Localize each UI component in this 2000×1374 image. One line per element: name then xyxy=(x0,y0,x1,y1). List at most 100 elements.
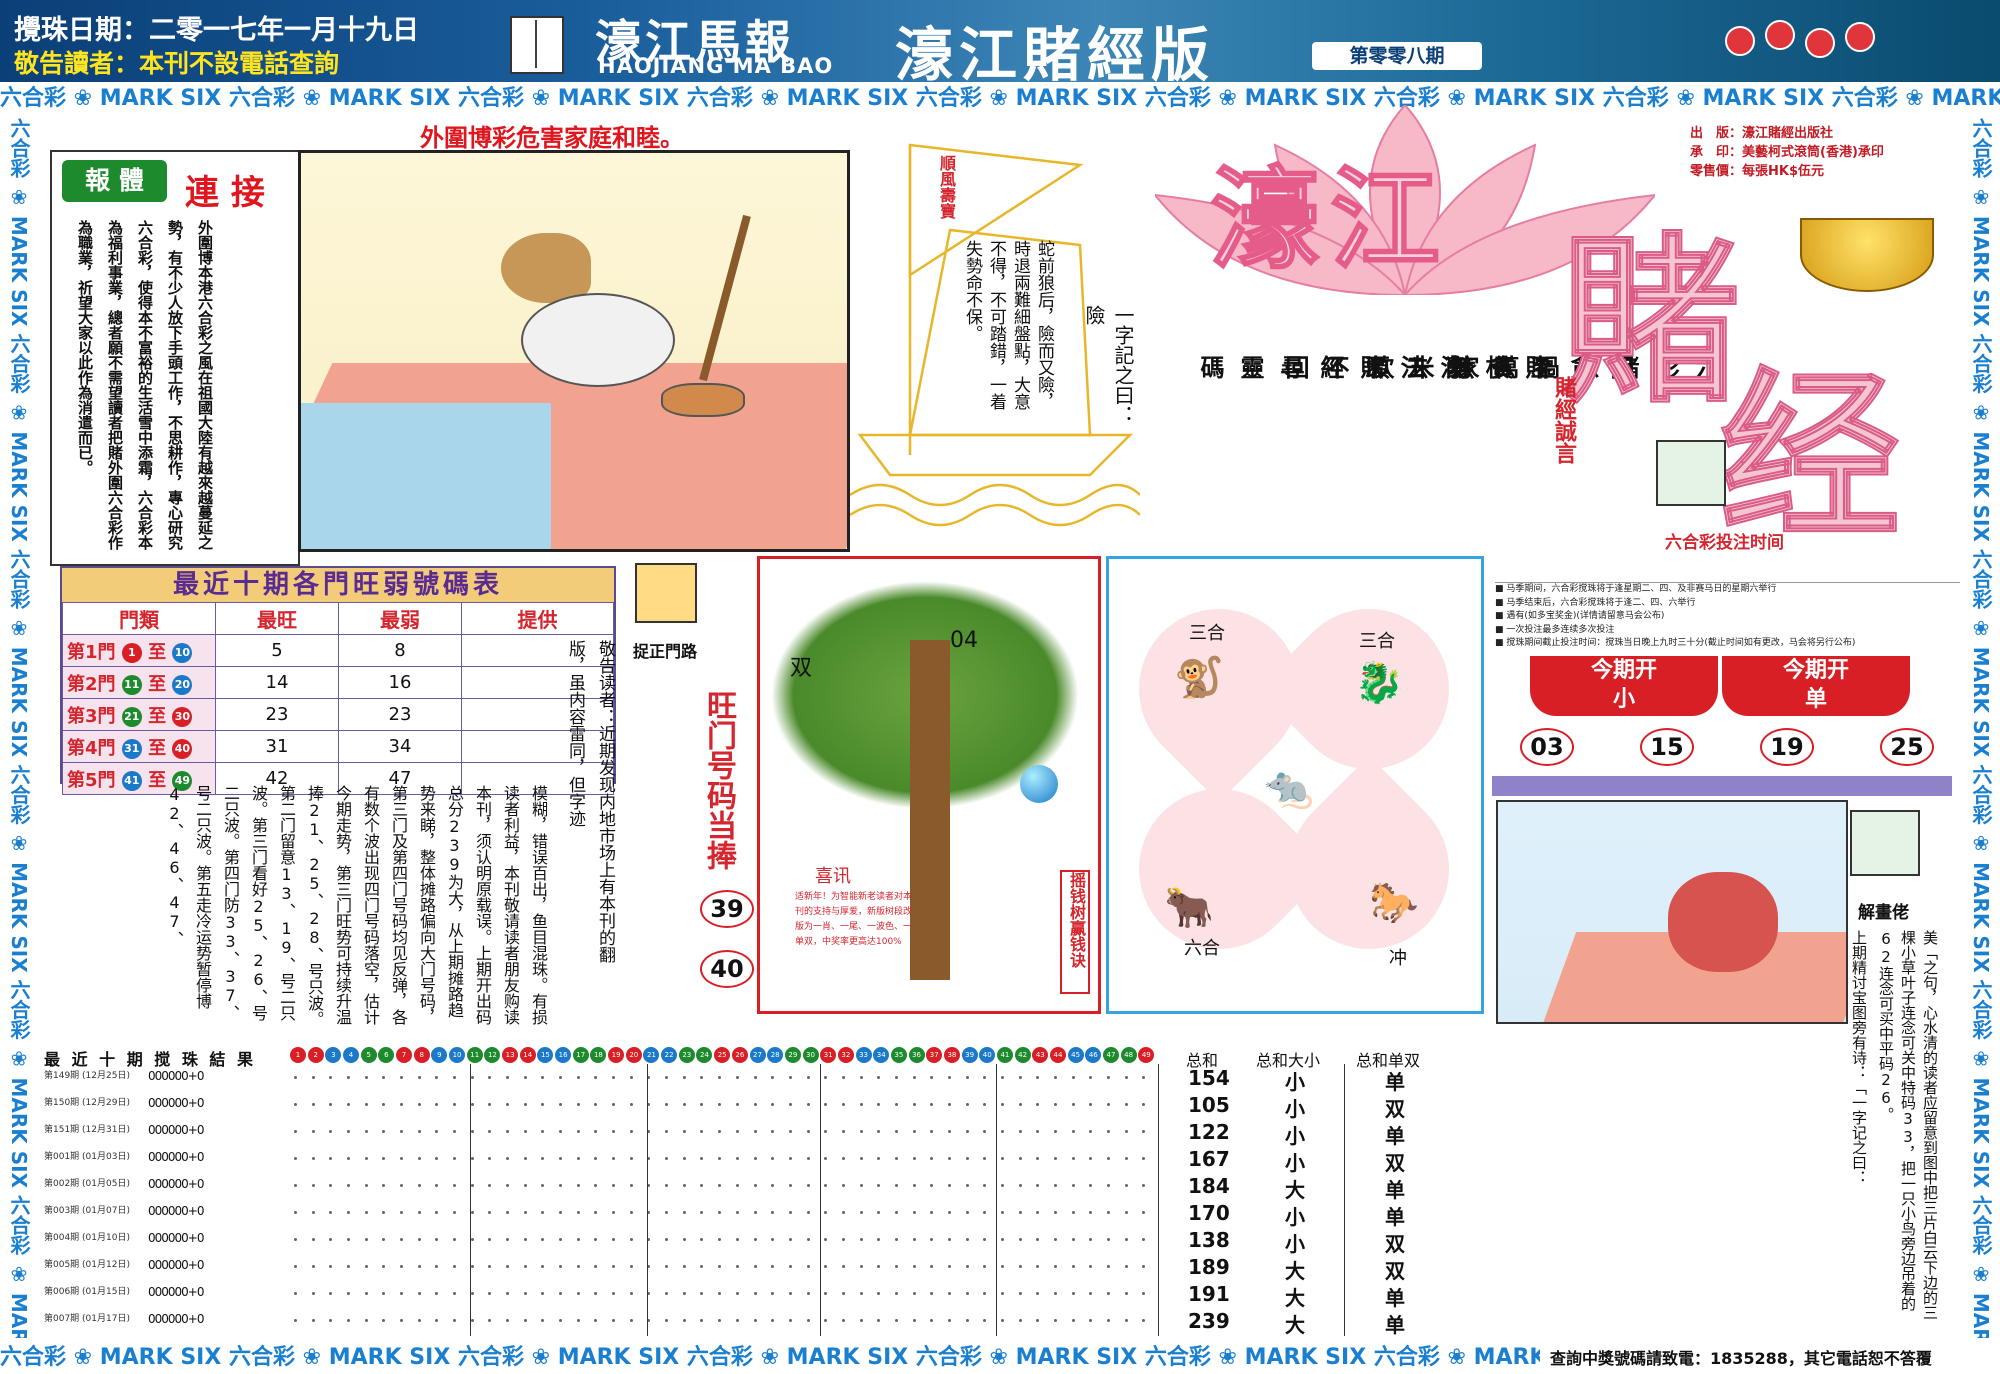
grid-dot xyxy=(947,1292,951,1295)
grid-dot xyxy=(329,1319,333,1322)
grid-dot xyxy=(1089,1265,1093,1268)
grid-dot xyxy=(294,1103,297,1106)
grid-dot xyxy=(470,1211,474,1214)
draw-sum: 184 xyxy=(1188,1174,1230,1198)
min-cell: 16 xyxy=(338,666,462,699)
number-ball: 34 xyxy=(873,1047,890,1063)
grid-dot xyxy=(629,1103,633,1106)
grid-dot xyxy=(594,1238,598,1241)
grid-dot xyxy=(488,1130,492,1133)
grid-dot xyxy=(983,1076,987,1079)
grid-dot xyxy=(965,1184,969,1187)
grid-dot xyxy=(1124,1319,1128,1322)
grid-dot xyxy=(435,1238,439,1241)
writing-hand-icon xyxy=(1656,440,1726,506)
grid-dot xyxy=(1036,1157,1040,1160)
grid-dot xyxy=(718,1157,722,1160)
ball-icon: 31 xyxy=(121,738,142,759)
grid-dot xyxy=(771,1265,775,1268)
grid-dot xyxy=(735,1184,739,1187)
grid-dot xyxy=(453,1103,457,1106)
grid-dot xyxy=(488,1103,492,1106)
grid-dot xyxy=(788,1319,792,1322)
grid-dot xyxy=(947,1184,951,1187)
grid-dot xyxy=(506,1130,510,1133)
grid-dot xyxy=(329,1076,333,1079)
grid-dot xyxy=(700,1265,704,1268)
number-ball: 4 xyxy=(343,1047,360,1063)
grid-dot xyxy=(912,1238,916,1241)
issue-number-oval: 19 xyxy=(1760,728,1814,766)
grid-dot xyxy=(682,1238,686,1241)
ball-icon: 10 xyxy=(172,642,193,663)
grid-dot xyxy=(912,1157,916,1160)
grid-dot xyxy=(382,1238,386,1241)
draw-size: 小 xyxy=(1285,1232,1305,1256)
draw-size: 小 xyxy=(1285,1097,1305,1121)
grid-dot xyxy=(364,1157,368,1160)
grid-dot xyxy=(841,1184,845,1187)
grid-dot xyxy=(347,1076,351,1079)
door-name: 第3門 xyxy=(67,705,116,727)
min-cell: 34 xyxy=(338,730,462,763)
grid-dot xyxy=(1053,1103,1057,1106)
grid-dot xyxy=(347,1238,351,1241)
grid-dot xyxy=(771,1211,775,1214)
grid-dot xyxy=(576,1211,580,1214)
grid-dot xyxy=(1036,1130,1040,1133)
grid-dot xyxy=(859,1130,863,1133)
grid-dot xyxy=(859,1265,863,1268)
grid-dot xyxy=(400,1238,404,1241)
grid-dot xyxy=(753,1265,757,1268)
grid-dot xyxy=(700,1103,704,1106)
grid-dot xyxy=(735,1076,739,1079)
draw-label: 第005期 (01月12日) xyxy=(44,1260,130,1270)
grid-dot xyxy=(983,1292,987,1295)
reader-warning-article: 敬告读者：近期发现内地市场上有本刊的翻版，虽内容雷同，但字迹 xyxy=(565,640,615,963)
grid-dot xyxy=(1071,1103,1075,1106)
grid-dot xyxy=(947,1211,951,1214)
number-ball: 38 xyxy=(943,1047,960,1063)
zodiac-label: 六合 xyxy=(1184,938,1220,959)
grid-dot xyxy=(771,1103,775,1106)
grid-dot xyxy=(1053,1157,1057,1160)
grid-dot xyxy=(788,1103,792,1106)
grid-dot xyxy=(912,1103,916,1106)
grid-dot xyxy=(1124,1238,1128,1241)
ball-icon: 40 xyxy=(172,738,193,759)
grid-dot xyxy=(612,1238,616,1241)
grid-dot xyxy=(1000,1157,1004,1160)
grid-dot xyxy=(735,1238,739,1241)
ball-icon: 1 xyxy=(121,642,142,663)
number-ball: 27 xyxy=(749,1047,766,1063)
draw-parity: 双 xyxy=(1385,1151,1405,1175)
grid-dot xyxy=(930,1211,934,1214)
grid-dot xyxy=(417,1157,421,1160)
draw-size: 小 xyxy=(1285,1070,1305,1094)
grid-dot xyxy=(788,1238,792,1241)
grid-dot xyxy=(894,1238,898,1241)
grid-dot xyxy=(824,1265,828,1268)
number-ball: 30 xyxy=(802,1047,819,1063)
grid-dot xyxy=(488,1319,492,1322)
grid-dot xyxy=(594,1103,598,1106)
number-ball: 7 xyxy=(396,1047,413,1063)
grid-dot xyxy=(1089,1211,1093,1214)
grid-dot xyxy=(841,1103,845,1106)
door-name: 第4門 xyxy=(67,737,116,759)
grid-dot xyxy=(1106,1184,1110,1187)
number-ball: 2 xyxy=(307,1047,324,1063)
grid-dot xyxy=(329,1265,333,1268)
grid-dot xyxy=(806,1319,810,1322)
draw-parity: 双 xyxy=(1385,1232,1405,1256)
number-ball: 44 xyxy=(1049,1047,1066,1063)
bet-time-notes: ■ 马季期间，六合彩搅珠将于逢星期二、四、及非赛马日的星期六举行 ■ 马季结束后… xyxy=(1495,582,1960,655)
grid-dot xyxy=(470,1265,474,1268)
grid-dot xyxy=(1000,1184,1004,1187)
grid-dot xyxy=(612,1184,616,1187)
grid-dot xyxy=(700,1157,704,1160)
money-tree-tag: 摇钱树赢钱诀 xyxy=(1060,870,1090,994)
grid-dot xyxy=(594,1157,598,1160)
grid-divider xyxy=(470,1064,471,1336)
grid-dot xyxy=(594,1292,598,1295)
